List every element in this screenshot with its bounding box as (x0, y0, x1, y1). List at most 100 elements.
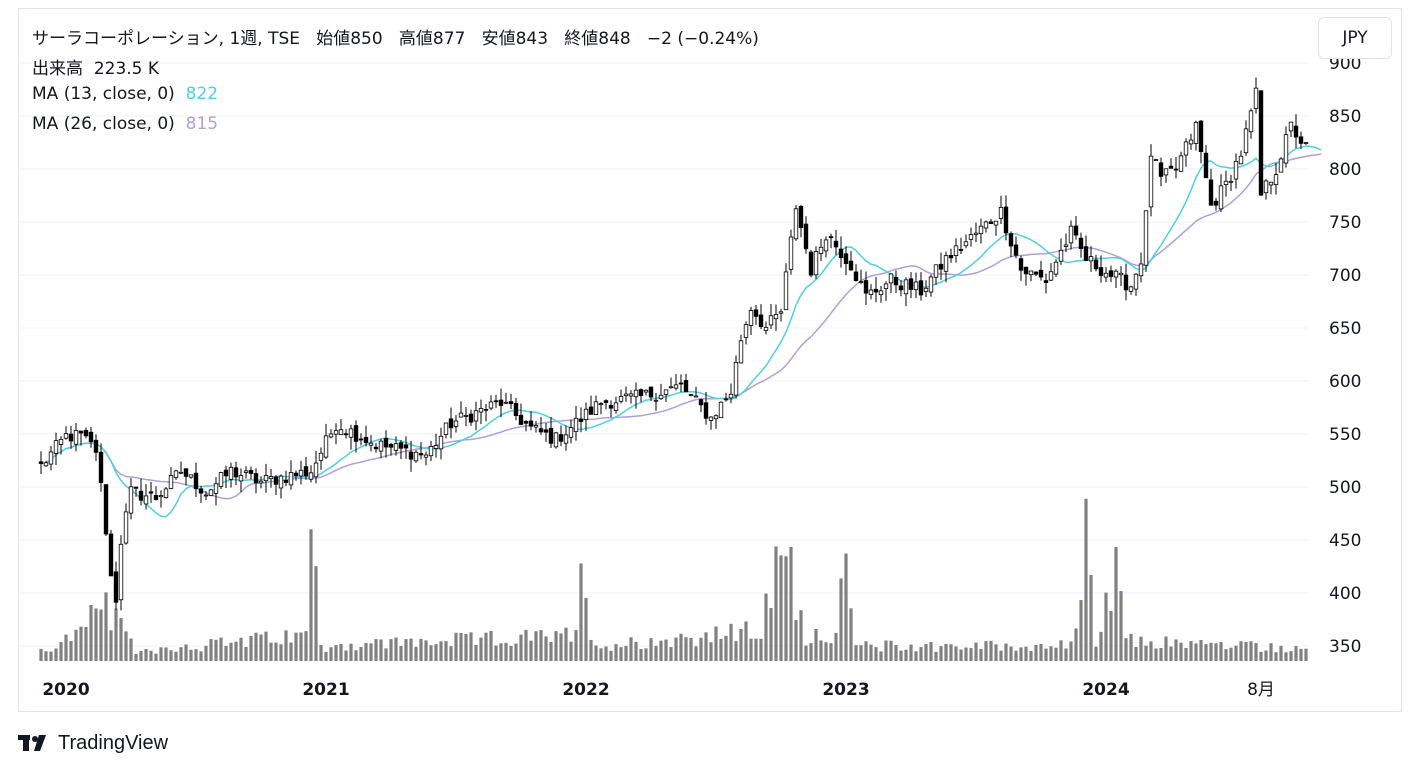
candle-body (733, 361, 739, 396)
volume-bar (1224, 649, 1228, 661)
candle-body (1278, 158, 1284, 173)
candle-body (253, 473, 259, 484)
volume-bar (959, 649, 963, 661)
candle-body (1058, 249, 1064, 262)
volume-bar (1179, 642, 1183, 661)
candle-body (893, 277, 899, 286)
candle-body (1078, 237, 1084, 249)
volume-bar (594, 645, 598, 661)
volume-bar (924, 644, 928, 661)
volume-bar (44, 651, 48, 661)
volume-bar (739, 628, 743, 661)
candle-body (738, 340, 744, 364)
volume-bar (854, 645, 858, 661)
volume-bar (189, 649, 193, 661)
candle-body (188, 474, 194, 478)
volume-bar (139, 651, 143, 661)
volume-bar (799, 610, 803, 661)
time-tick-label: 2020 (42, 680, 89, 700)
candle-body (1118, 272, 1124, 276)
candle-body (878, 290, 884, 296)
candle-body (443, 422, 449, 435)
volume-bar (749, 638, 753, 661)
candle-body (613, 402, 619, 411)
price-tick-label: 850 (1329, 107, 1361, 127)
volume-bar (689, 637, 693, 661)
candle-body (493, 400, 499, 403)
volume-bar (179, 647, 183, 661)
candle-body (133, 486, 139, 489)
volume-bar (299, 632, 303, 661)
volume-bar (1019, 647, 1023, 661)
candle-body (458, 412, 464, 418)
candle-body (983, 221, 989, 229)
candle-body (178, 471, 184, 474)
candle-body (803, 223, 809, 250)
volume-bar (1204, 644, 1208, 661)
volume-bar (174, 651, 178, 661)
volume-bar (629, 637, 633, 661)
candle-body (418, 453, 424, 456)
volume-bar (884, 640, 888, 661)
volume-bar (344, 650, 348, 661)
candle-body (1128, 286, 1134, 292)
volume-bar (849, 608, 853, 661)
volume-bar (764, 593, 768, 661)
candle-body (498, 399, 504, 406)
candle-body (103, 484, 109, 535)
volume-bar (744, 621, 748, 661)
volume-bar (1189, 641, 1193, 661)
currency-button[interactable]: JPY (1318, 17, 1392, 59)
volume-bar (914, 651, 918, 661)
candle-body (588, 406, 594, 415)
volume-bar (889, 640, 893, 661)
volume-bar (589, 639, 593, 661)
volume-bar (199, 651, 203, 661)
ma26-legend[interactable]: MA (26, close, 0) 815 (32, 114, 218, 134)
volume-bar (1064, 648, 1068, 661)
candle-body (818, 246, 824, 254)
candle-body (973, 232, 979, 235)
candle-body (83, 430, 89, 437)
candle-body (1298, 136, 1304, 144)
candle-body (963, 241, 969, 247)
volume-bar (599, 648, 603, 661)
volume-bar (1249, 641, 1253, 661)
candle-body (1133, 273, 1139, 290)
chart-frame[interactable]: 350 400 450 500 550 600 650 700 750 800 850 900 2020… (18, 8, 1402, 712)
candle-body (833, 240, 839, 248)
candle-body (1293, 125, 1299, 138)
volume-bar (449, 646, 453, 661)
price-chart[interactable]: 3504004505005506006507007508008509002020… (19, 9, 1401, 711)
time-tick-label: 2022 (562, 680, 609, 700)
candle-body (1033, 271, 1039, 275)
volume-bar (309, 529, 313, 661)
volume-bar (129, 638, 133, 661)
candle-body (968, 234, 974, 240)
low-label: 安値 (481, 29, 516, 49)
volume-bar (249, 635, 253, 661)
candle-body (298, 469, 304, 477)
ma26-value: 815 (185, 114, 219, 134)
volume-bar (1274, 652, 1278, 661)
volume-bar (144, 648, 148, 661)
volume-bar (284, 630, 288, 661)
volume-bar (1144, 645, 1148, 661)
candle-body (138, 490, 144, 501)
ma13-legend[interactable]: MA (13, close, 0) 822 (32, 84, 218, 104)
candle-body (338, 429, 344, 436)
candle-body (718, 401, 724, 419)
volume-bar (774, 546, 778, 661)
volume-bar (784, 556, 788, 661)
candle-body (193, 472, 199, 490)
volume-bar (779, 555, 783, 661)
candle-body (798, 206, 804, 229)
candle-body (938, 263, 944, 270)
candle-body (403, 444, 409, 449)
candle-body (793, 208, 799, 240)
candle-body (1198, 120, 1204, 153)
volume-bar (1299, 648, 1303, 661)
candle-body (708, 416, 714, 421)
tradingview-logo[interactable]: TradingView (18, 730, 168, 756)
volume-bar (1269, 643, 1273, 661)
